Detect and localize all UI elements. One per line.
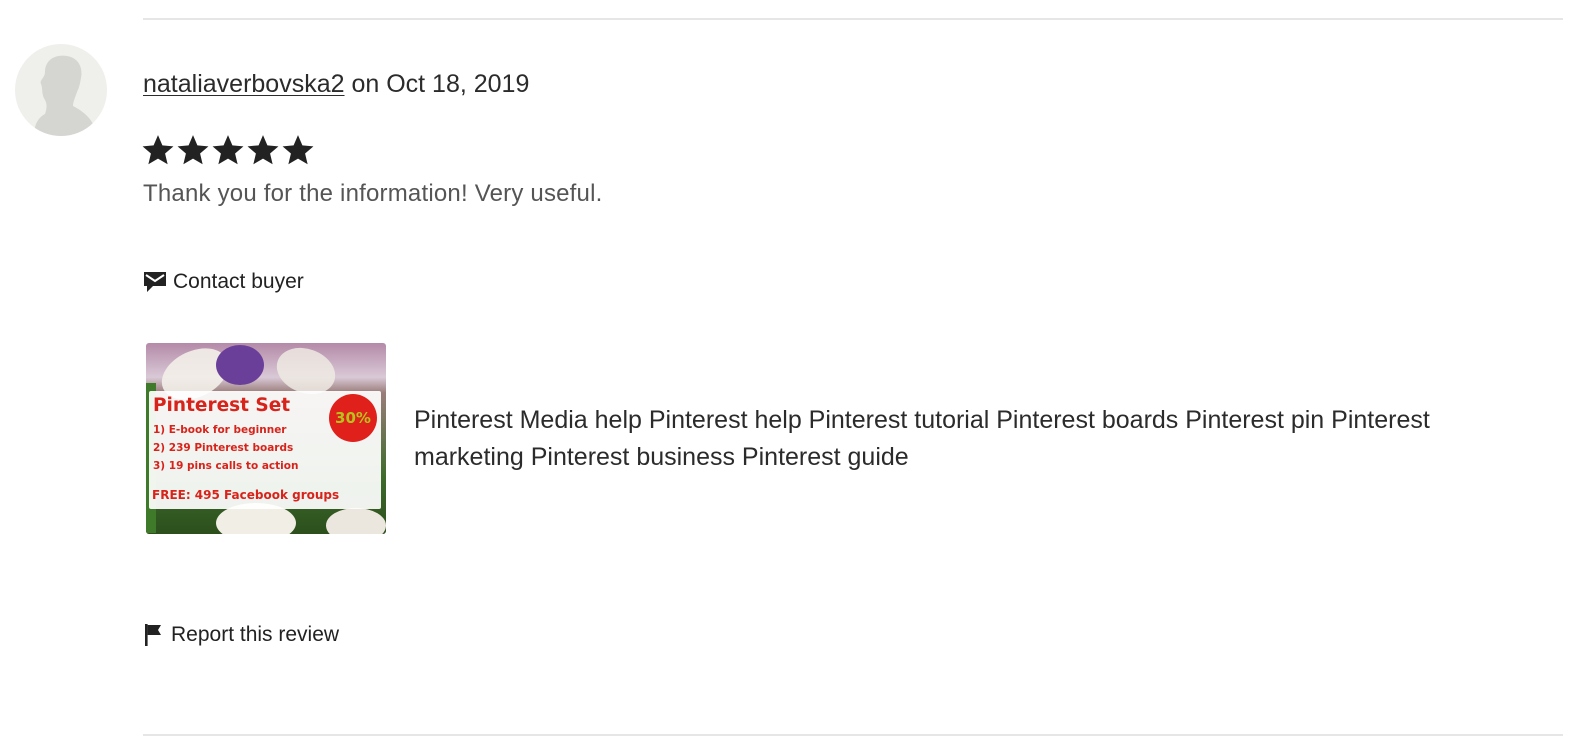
promo-heading: Pinterest Set: [153, 395, 291, 416]
contact-buyer-label: Contact buyer: [173, 270, 304, 293]
contact-buyer-button[interactable]: Contact buyer: [143, 270, 304, 294]
review-date: on Oct 18, 2019: [344, 70, 530, 98]
listing-title[interactable]: Pinterest Media help Pinterest help Pint…: [414, 402, 1494, 476]
star-icon: [282, 135, 314, 165]
reviewer-avatar[interactable]: [15, 44, 107, 136]
star-rating: [141, 133, 315, 167]
review-header: nataliaverbovska2 on Oct 18, 2019: [143, 70, 529, 99]
flower-petal: [326, 508, 386, 534]
review-text: Thank you for the information! Very usef…: [143, 180, 603, 207]
promo-line: 2) 239 Pinterest boards: [153, 442, 294, 454]
star-icon: [177, 135, 209, 165]
star-icon: [142, 135, 174, 165]
listing-thumbnail[interactable]: Pinterest Set 1) E-book for beginner 2) …: [146, 343, 386, 534]
report-review-button[interactable]: Report this review: [143, 623, 339, 647]
listing-link[interactable]: Pinterest Set 1) E-book for beginner 2) …: [146, 343, 1494, 534]
star-icon: [212, 135, 244, 165]
reviewer-username-link[interactable]: nataliaverbovska2: [143, 70, 345, 98]
promo-line: 1) E-book for beginner: [153, 424, 287, 436]
flag-icon: [145, 624, 161, 646]
star-icon: [247, 135, 279, 165]
top-divider: [143, 18, 1563, 20]
default-avatar-icon: [34, 55, 93, 136]
report-review-label: Report this review: [171, 623, 340, 646]
promo-line: 3) 19 pins calls to action: [153, 460, 299, 472]
flower-bloom: [216, 345, 264, 385]
promo-free-line: FREE: 495 Facebook groups: [152, 488, 340, 502]
bottom-divider: [143, 734, 1563, 736]
message-icon: [144, 272, 166, 292]
discount-badge: 30%: [329, 394, 377, 442]
